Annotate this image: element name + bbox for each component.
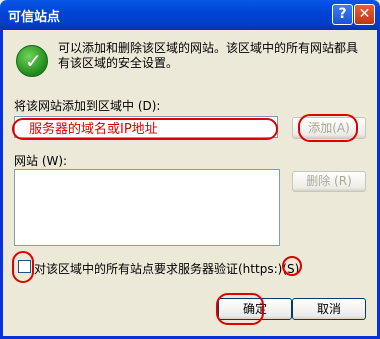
annotation-input-circle	[12, 118, 278, 140]
title-bar: 可信站点 ? ✕	[0, 0, 380, 30]
annotation-shortcut-circle	[282, 256, 302, 276]
annotation-ok-circle	[216, 293, 264, 325]
help-button[interactable]: ?	[332, 4, 353, 25]
sites-list[interactable]	[14, 169, 280, 246]
add-site-label: 将该网站添加到区域中 (D):	[14, 99, 161, 113]
green-check-icon: ✓	[16, 45, 48, 77]
close-button[interactable]: ✕	[354, 4, 375, 25]
https-checkbox-label: 对该区域中的所有站点要求服务器验证(https:)(S)	[34, 262, 300, 276]
cancel-button[interactable]: 取消	[292, 298, 366, 320]
annotation-checkbox-circle	[12, 251, 34, 283]
window-title: 可信站点	[8, 10, 61, 25]
remove-button[interactable]: 删除 (R)	[292, 171, 366, 192]
info-text: 可以添加和删除该区域的网站。该区域中的所有网站都具有该区域的安全设置。	[58, 41, 359, 70]
annotation-add-circle	[298, 114, 358, 142]
sites-label: 网站 (W):	[14, 154, 68, 168]
